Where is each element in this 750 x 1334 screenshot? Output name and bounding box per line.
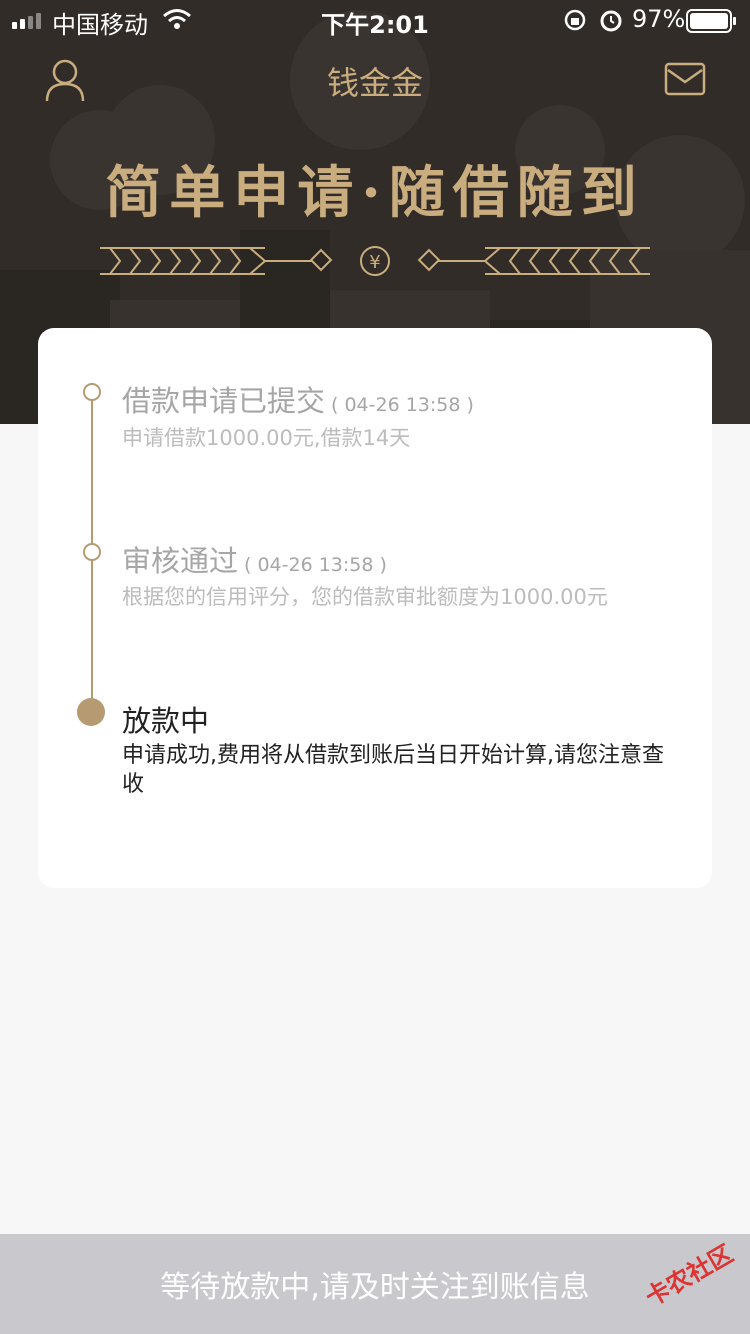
battery-icon [686, 9, 736, 33]
step-2-time: ( 04-26 13:58 ) [244, 554, 387, 576]
waiting-status-label: 等待放款中,请及时关注到账信息 [160, 1270, 590, 1305]
step-3-description: 申请成功,费用将从借款到账后当日开始计算,请您注意查收 [122, 743, 664, 797]
step-1-time: ( 04-26 13:58 ) [331, 394, 474, 416]
step-2-description: 根据您的信用评分，您的借款审批额度为1000.00元 [122, 585, 608, 609]
hero-slogan: 简单申请·随借随到 [105, 160, 645, 226]
step-3-dot-active [77, 698, 105, 726]
step-2-title: 审核通过( 04-26 13:58 ) [122, 538, 387, 580]
decorative-ornament: ¥ [100, 246, 650, 276]
alarm-icon [600, 10, 622, 32]
battery-percent: 97% [632, 5, 686, 33]
waiting-status-button[interactable]: 等待放款中,请及时关注到账信息 [0, 1234, 750, 1334]
mail-icon[interactable] [664, 62, 706, 96]
loan-status-card: 借款申请已提交( 04-26 13:58 ) 申请借款1000.00元,借款14… [38, 328, 712, 888]
step-1-dot [83, 383, 101, 401]
currency-symbol: ¥ [369, 252, 380, 273]
step-2-title-text: 审核通过 [122, 544, 239, 578]
step-1-description: 申请借款1000.00元,借款14天 [122, 426, 411, 450]
nav-bar: 钱金金 [0, 48, 750, 114]
app-title: 钱金金 [326, 64, 423, 102]
step-1-title-text: 借款申请已提交 [122, 384, 326, 418]
status-bar: 中国移动 下午2:01 97% [0, 0, 750, 40]
rotation-lock-icon [564, 9, 586, 31]
step-3-title: 放款中 [122, 704, 210, 738]
step-1-title: 借款申请已提交( 04-26 13:58 ) [122, 378, 474, 420]
step-2-dot [83, 543, 101, 561]
